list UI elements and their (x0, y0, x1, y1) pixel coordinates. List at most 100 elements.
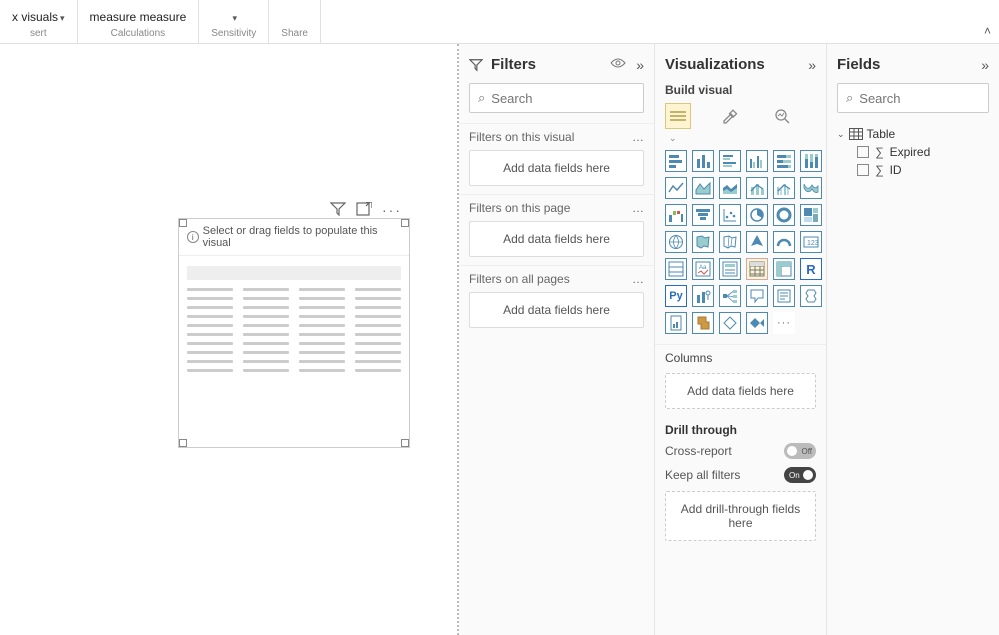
more-icon[interactable]: … (632, 130, 644, 144)
report-canvas[interactable]: ··· i Select or drag fields to populate … (0, 44, 459, 635)
slicer-icon[interactable] (719, 258, 741, 280)
fields-title: Fields (837, 56, 880, 73)
checkbox[interactable] (857, 164, 869, 176)
focus-mode-icon[interactable] (356, 202, 372, 218)
cross-report-toggle[interactable]: Off (784, 443, 816, 459)
field-expired[interactable]: ∑ Expired (857, 143, 989, 161)
visual-filter-dropzone[interactable]: Add data fields here (469, 150, 644, 186)
viz-title: Visualizations (665, 56, 765, 73)
collapse-filters-icon[interactable]: » (636, 57, 644, 73)
ribbon-chart-icon[interactable] (800, 177, 822, 199)
more-icon[interactable]: … (632, 201, 644, 215)
filters-search[interactable]: ⌕ (469, 83, 644, 113)
keep-filters-row: Keep all filters On (655, 463, 826, 487)
clustered-bar-chart-icon[interactable] (719, 150, 741, 172)
build-visual-label: Build visual (655, 83, 826, 101)
area-chart-icon[interactable] (692, 177, 714, 199)
checkbox[interactable] (857, 146, 869, 158)
drill-through-label: Drill through (655, 417, 826, 439)
all-filter-dropzone[interactable]: Add data fields here (469, 292, 644, 328)
gauge-icon[interactable] (773, 231, 795, 253)
qa-visual-icon[interactable] (746, 285, 768, 307)
fields-search[interactable]: ⌕ (837, 83, 989, 113)
power-automate-visual-icon[interactable] (719, 312, 741, 334)
ribbon: x visuals▾ sert measure measure Calculat… (0, 0, 999, 44)
get-more-visuals-icon[interactable]: ··· (773, 312, 795, 334)
stacked-bar-chart-icon[interactable] (665, 150, 687, 172)
table-icon[interactable] (746, 258, 768, 280)
goals-visual-icon[interactable] (800, 285, 822, 307)
multi-row-card-icon[interactable] (665, 258, 687, 280)
arcgis-map-icon[interactable] (746, 312, 768, 334)
keep-filters-toggle[interactable]: On (784, 467, 816, 483)
drillthrough-dropzone[interactable]: Add drill-through fields here (665, 491, 816, 541)
decomposition-tree-icon[interactable] (719, 285, 741, 307)
field-id[interactable]: ∑ ID (857, 161, 989, 179)
table-node[interactable]: ⌄ Table (837, 125, 989, 143)
line-chart-icon[interactable] (665, 177, 687, 199)
analytics-tab[interactable] (769, 103, 795, 129)
treemap-icon[interactable] (800, 204, 822, 226)
ribbon-group-calculations[interactable]: measure measure Calculations (78, 0, 200, 43)
stacked-column-chart-icon[interactable] (692, 150, 714, 172)
line-clustered-column-icon[interactable] (773, 177, 795, 199)
paginated-report-icon[interactable] (665, 312, 687, 334)
filters-title: Filters (491, 56, 536, 73)
fields-tree: ⌄ Table ∑ Expired ∑ ID (827, 123, 999, 181)
chevron-down-icon: ⌄ (837, 129, 845, 140)
funnel-chart-icon[interactable] (692, 204, 714, 226)
format-visual-tab[interactable] (717, 103, 743, 129)
filled-map-icon[interactable] (692, 231, 714, 253)
sigma-icon: ∑ (875, 163, 884, 177)
collapse-viz-icon[interactable]: » (808, 57, 816, 73)
table-skeleton (179, 256, 409, 386)
power-apps-visual-icon[interactable] (692, 312, 714, 334)
line-stacked-column-icon[interactable] (746, 177, 768, 199)
stacked-area-chart-icon[interactable] (719, 177, 741, 199)
collapse-ribbon-icon[interactable]: ˄ (984, 24, 991, 38)
filters-search-input[interactable] (491, 91, 667, 106)
field-label: ID (890, 163, 902, 177)
page-filter-dropzone[interactable]: Add data fields here (469, 221, 644, 257)
azure-map-icon[interactable] (746, 231, 768, 253)
funnel-icon (469, 58, 483, 72)
columns-well-label: Columns (655, 344, 826, 369)
filter-visual-icon[interactable] (330, 202, 346, 218)
more-options-icon[interactable]: ··· (382, 202, 402, 218)
filters-pane: Filters » ⌕ Filters on this visual… Add … (459, 44, 655, 635)
smart-narrative-icon[interactable] (773, 285, 795, 307)
info-icon: i (187, 231, 199, 243)
filters-on-page-section: Filters on this page… Add data fields he… (459, 194, 654, 265)
fields-search-input[interactable] (859, 91, 999, 106)
collapse-fields-icon[interactable]: » (981, 57, 989, 73)
table-visual-placeholder[interactable]: i Select or drag fields to populate this… (178, 218, 410, 448)
columns-dropzone[interactable]: Add data fields here (665, 373, 816, 409)
viz-mode-tabs (655, 101, 826, 133)
ribbon-group-share[interactable]: Share (269, 0, 321, 43)
card-icon[interactable]: 123 (800, 231, 822, 253)
r-script-visual-icon[interactable]: R (800, 258, 822, 280)
donut-chart-icon[interactable] (773, 204, 795, 226)
table-name: Table (867, 127, 896, 141)
search-icon: ⌕ (478, 90, 485, 106)
map-icon[interactable] (665, 231, 687, 253)
hundred-stacked-bar-icon[interactable] (773, 150, 795, 172)
build-visual-tab[interactable] (665, 103, 691, 129)
filters-header: Filters » (459, 52, 654, 83)
pie-chart-icon[interactable] (746, 204, 768, 226)
more-icon[interactable]: … (632, 272, 644, 286)
shape-map-icon[interactable] (719, 231, 741, 253)
matrix-icon[interactable] (773, 258, 795, 280)
field-label: Expired (890, 145, 931, 159)
ribbon-group-sensitivity[interactable]: ▾ Sensitivity (199, 0, 269, 43)
clustered-column-chart-icon[interactable] (746, 150, 768, 172)
hundred-stacked-column-icon[interactable] (800, 150, 822, 172)
waterfall-chart-icon[interactable] (665, 204, 687, 226)
eye-icon[interactable] (610, 57, 626, 73)
scatter-chart-icon[interactable] (719, 204, 741, 226)
kpi-icon[interactable]: Aa (692, 258, 714, 280)
ribbon-group-insert[interactable]: x visuals▾ sert (0, 0, 78, 43)
python-visual-icon[interactable]: Py (665, 285, 687, 307)
svg-text:123: 123 (807, 240, 819, 247)
key-influencers-icon[interactable] (692, 285, 714, 307)
